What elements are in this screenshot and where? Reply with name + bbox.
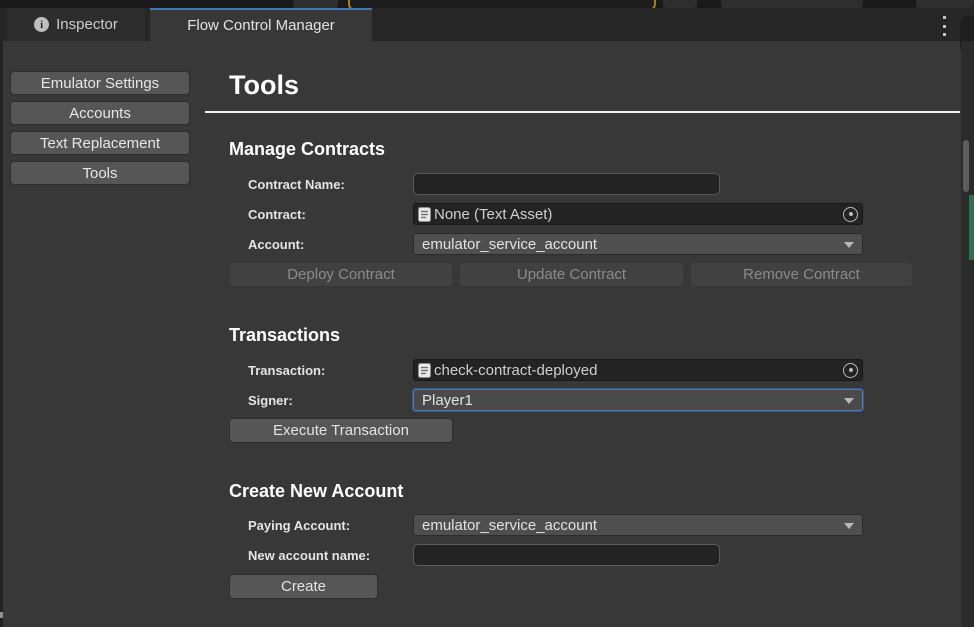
update-contract-button[interactable]: Update Contract (459, 262, 684, 287)
flow-control-manager-window: i Inspector Flow Control Manager Emulato… (0, 0, 974, 627)
sidebar-item-tools[interactable]: Tools (10, 161, 190, 185)
text-asset-icon (418, 363, 431, 378)
contract-label: Contract: (248, 207, 306, 222)
toolbar-fragment (293, 0, 338, 8)
toolbar-fragment (916, 0, 974, 8)
deploy-contract-button[interactable]: Deploy Contract (229, 262, 453, 287)
sidebar-item-accounts[interactable]: Accounts (10, 101, 190, 125)
contract-name-label: Contract Name: (248, 177, 345, 192)
tab-inspector-label: Inspector (56, 16, 118, 33)
tab-inspector[interactable]: i Inspector (7, 8, 145, 41)
info-icon: i (34, 17, 49, 32)
new-account-name-label: New account name: (248, 548, 370, 563)
tab-bar: i Inspector Flow Control Manager (0, 8, 974, 41)
page-title: Tools (229, 70, 299, 101)
sidebar-item-emulator-settings[interactable]: Emulator Settings (10, 71, 190, 95)
contract-object-field[interactable]: None (Text Asset) (413, 203, 863, 225)
chevron-down-icon (844, 242, 854, 248)
title-divider (205, 111, 960, 113)
transaction-label: Transaction: (248, 363, 325, 378)
tab-flow-control-manager-label: Flow Control Manager (187, 17, 335, 34)
paying-account-label: Paying Account: (248, 518, 350, 533)
signer-label: Signer: (248, 393, 293, 408)
kebab-menu-icon[interactable] (938, 15, 950, 37)
signer-dropdown-value: Player1 (422, 392, 473, 409)
contract-name-input[interactable] (413, 173, 720, 195)
toolbar-fragment (721, 0, 863, 8)
scrollbar-thumb[interactable] (963, 140, 969, 192)
account-dropdown-value: emulator_service_account (422, 236, 597, 253)
execute-transaction-button[interactable]: Execute Transaction (229, 418, 453, 443)
remove-contract-button[interactable]: Remove Contract (690, 262, 913, 287)
contract-object-value: None (Text Asset) (434, 206, 843, 223)
green-indicator-bar (969, 195, 974, 260)
adjacent-panel-edge (961, 41, 974, 627)
object-picker-icon[interactable] (843, 363, 858, 378)
account-label: Account: (248, 237, 304, 252)
transaction-object-field[interactable]: check-contract-deployed (413, 359, 863, 381)
sidebar: Emulator Settings Accounts Text Replacem… (10, 71, 190, 185)
background-toolbar-sliver (0, 0, 974, 8)
tab-flow-control-manager[interactable]: Flow Control Manager (150, 8, 372, 41)
manage-contracts-heading: Manage Contracts (229, 139, 385, 160)
chevron-down-icon (844, 523, 854, 529)
paying-account-dropdown[interactable]: emulator_service_account (413, 514, 863, 536)
signer-dropdown[interactable]: Player1 (413, 389, 863, 411)
toolbar-fragment (663, 0, 697, 8)
chevron-down-icon (844, 398, 854, 404)
sidebar-item-text-replacement[interactable]: Text Replacement (10, 131, 190, 155)
paying-account-dropdown-value: emulator_service_account (422, 517, 597, 534)
create-button[interactable]: Create (229, 574, 378, 599)
object-picker-icon[interactable] (843, 207, 858, 222)
new-account-name-input[interactable] (413, 544, 720, 566)
left-edge-tick (0, 612, 3, 618)
transactions-heading: Transactions (229, 325, 340, 346)
left-panel-border (0, 41, 3, 627)
account-dropdown[interactable]: emulator_service_account (413, 233, 863, 255)
text-asset-icon (418, 207, 431, 222)
create-new-account-heading: Create New Account (229, 481, 403, 502)
transaction-object-value: check-contract-deployed (434, 362, 843, 379)
